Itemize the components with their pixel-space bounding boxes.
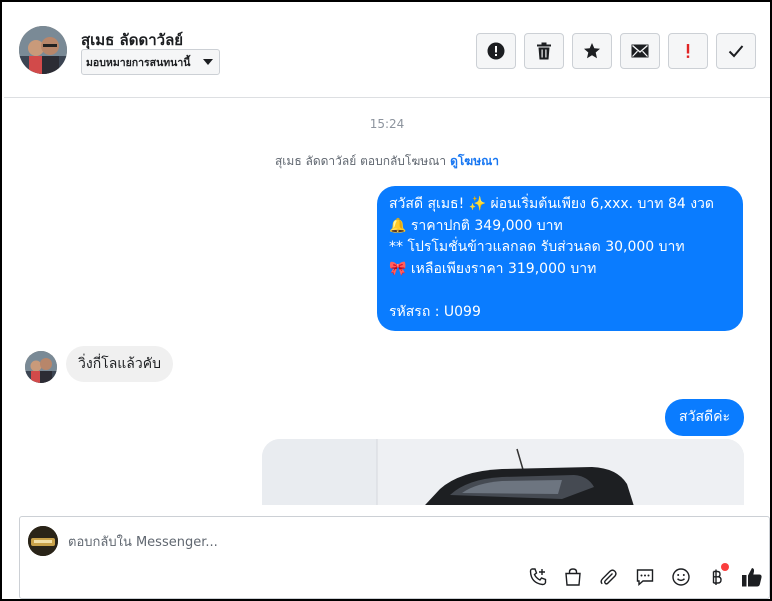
message-timestamp: 15:24 <box>369 117 405 131</box>
mark-unread-button[interactable] <box>620 33 660 69</box>
shop-button[interactable] <box>561 565 585 589</box>
exclamation-circle-icon <box>487 42 505 60</box>
emoji-icon <box>672 568 690 586</box>
page-avatar <box>28 526 58 556</box>
follow-up-button[interactable] <box>668 33 708 69</box>
promo-line-5: รหัสรถ : U099 <box>389 303 481 320</box>
envelope-icon <box>631 44 649 58</box>
trash-icon <box>537 42 551 60</box>
contact-avatar-small <box>25 351 57 383</box>
outgoing-message-greeting[interactable]: สวัสดีค่ะ <box>665 399 744 436</box>
delete-button[interactable] <box>524 33 564 69</box>
call-button[interactable] <box>526 565 550 589</box>
exclamation-icon <box>686 44 690 58</box>
ad-reply-text: สุเมธ ลัดดาวัลย์ ตอบกลับโฆษณา <box>274 154 447 168</box>
paperclip-icon <box>600 569 617 585</box>
spam-button[interactable] <box>476 33 516 69</box>
outgoing-message-promo[interactable]: สวัสดี สุเมธ! ✨ ผ่อนเริ่มต้นเพียง 6,xxx.… <box>377 186 743 331</box>
attach-button[interactable] <box>596 565 620 589</box>
promo-line-1: สวัสดี สุเมธ! ✨ ผ่อนเริ่มต้นเพียง 6,xxx.… <box>389 196 715 212</box>
payment-button[interactable] <box>705 563 729 589</box>
check-icon <box>728 45 744 58</box>
assign-conversation-dropdown[interactable]: มอบหมายการสนทนานี้ <box>81 49 220 75</box>
assign-dropdown-label: มอบหมายการสนทนานี้ <box>86 56 191 69</box>
emoji-button[interactable] <box>669 565 693 589</box>
promo-line-3: ** โปรโมชั่นข้าวแลกลด รับส่วนลด 30,000 บ… <box>389 239 685 255</box>
reply-composer <box>19 516 770 599</box>
contact-avatar[interactable] <box>19 26 67 74</box>
saved-reply-icon <box>636 569 654 587</box>
star-button[interactable] <box>572 33 612 69</box>
caret-down-icon <box>203 59 213 65</box>
like-button[interactable] <box>740 565 764 589</box>
mark-done-button[interactable] <box>716 33 756 69</box>
promo-line-2: 🔔 ราคาปกติ 349,000 บาท <box>389 217 563 234</box>
ad-reply-note: สุเมธ ลัดดาวัลย์ ตอบกลับโฆษณา ดูโฆษณา <box>4 152 770 171</box>
thumbs-up-icon <box>742 568 762 587</box>
message-input[interactable] <box>68 531 758 553</box>
saved-replies-button[interactable] <box>633 565 657 589</box>
promo-line-4: 🎀 เหลือเพียงราคา 319,000 บาท <box>389 260 597 277</box>
star-icon <box>584 43 600 59</box>
conversation-header: สุเมธ ลัดดาวัลย์ มอบหมายการสนทนานี้ <box>4 4 770 98</box>
message-thread[interactable]: 15:24 สุเมธ ลัดดาวัลย์ ตอบกลับโฆษณา ดูโฆษ… <box>4 99 770 505</box>
view-ad-link[interactable]: ดูโฆษณา <box>450 154 499 168</box>
shopping-bag-icon <box>565 568 581 586</box>
promo-blank-line <box>389 280 731 302</box>
notification-dot <box>721 563 729 571</box>
incoming-message[interactable]: วิ่งกี่โลแล้วคับ <box>66 346 173 382</box>
car-photo-attachment[interactable] <box>262 439 744 505</box>
call-add-icon <box>529 568 547 586</box>
messenger-inbox-window: สุเมธ ลัดดาวัลย์ มอบหมายการสนทนานี้ 15:2… <box>0 0 772 601</box>
